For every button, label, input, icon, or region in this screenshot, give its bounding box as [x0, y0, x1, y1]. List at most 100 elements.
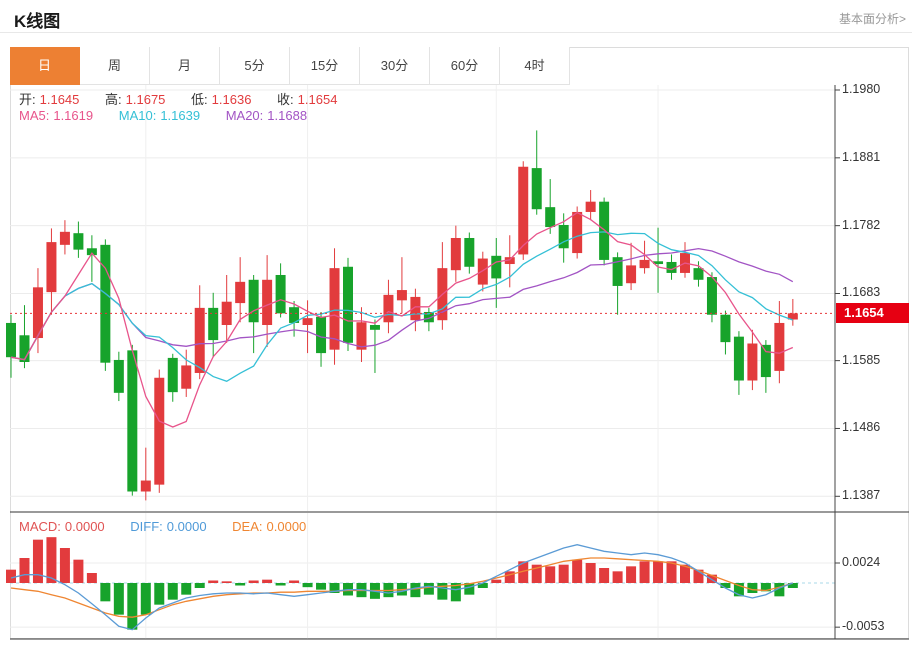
tab-month[interactable]: 月 — [150, 47, 220, 85]
tab-week[interactable]: 周 — [80, 47, 150, 85]
candle — [113, 359, 124, 393]
macd-bar — [639, 561, 650, 583]
macd-bar — [208, 580, 219, 583]
diff-label: DIFF: — [130, 519, 163, 534]
macd-bar — [6, 569, 16, 583]
close-label: 收: — [277, 92, 294, 107]
candle — [59, 231, 70, 245]
candle — [572, 211, 583, 254]
tab-30min[interactable]: 30分 — [360, 47, 430, 85]
macd-bar — [100, 583, 111, 602]
macd-bar — [181, 583, 192, 595]
candle — [518, 166, 529, 255]
macd-bar — [221, 581, 232, 583]
low-label: 低: — [191, 92, 208, 107]
candle — [693, 268, 704, 280]
macd-bar — [154, 583, 165, 605]
tab-60min[interactable]: 60分 — [430, 47, 500, 85]
macd-bar — [626, 566, 637, 583]
macd-legend: MACD: 0.0000 DIFF: 0.0000 DEA: 0.0000 — [19, 519, 310, 534]
current-price-badge: 1.1654 — [836, 303, 909, 323]
macd-bar — [666, 561, 677, 583]
candle — [343, 266, 353, 343]
macd-bar — [127, 583, 138, 630]
candle — [275, 274, 286, 314]
price-axis-label: 1.1683 — [842, 285, 881, 300]
candle — [181, 365, 192, 389]
price-axis-label: 1.1980 — [842, 82, 881, 96]
dea-label: DEA: — [232, 519, 263, 534]
candle — [491, 255, 502, 279]
diff-value: 0.0000 — [166, 519, 207, 534]
tab-5min[interactable]: 5分 — [220, 47, 290, 85]
tab-15min[interactable]: 15分 — [290, 47, 360, 85]
dea-value: 0.0000 — [266, 519, 307, 534]
macd-bar — [86, 573, 97, 583]
macd-bar — [194, 583, 205, 588]
ma5-label: MA5: — [19, 108, 50, 123]
price-axis-label: 1.1387 — [842, 488, 881, 503]
macd-bar — [545, 566, 556, 583]
macd-label: MACD: — [19, 519, 61, 534]
candle — [531, 168, 542, 210]
candle — [626, 265, 637, 284]
macd-bar — [19, 558, 30, 583]
candle — [464, 237, 475, 267]
candle — [329, 268, 340, 350]
candle — [383, 294, 394, 323]
macd-bar — [410, 583, 421, 598]
macd-bar — [504, 571, 515, 583]
candle — [706, 277, 717, 315]
macd-axis-label: -0.0053 — [842, 619, 885, 634]
high-label: 高: — [105, 92, 122, 107]
price-axis-label: 1.1881 — [842, 149, 881, 164]
candle — [6, 322, 16, 358]
tab-day[interactable]: 日 — [10, 47, 80, 85]
macd-bar — [275, 583, 286, 586]
open-value: 1.1645 — [39, 92, 80, 107]
candle — [235, 281, 246, 304]
candle — [262, 279, 273, 326]
ma5-value: 1.1619 — [53, 108, 94, 123]
macd-bar — [585, 563, 596, 583]
macd-bar — [491, 579, 502, 583]
candle — [100, 244, 111, 363]
macd-bar — [289, 580, 300, 583]
macd-bar — [558, 564, 569, 583]
candle — [73, 233, 84, 250]
price-axis-label: 1.1585 — [842, 352, 881, 367]
candle — [127, 350, 138, 492]
candle — [760, 344, 771, 378]
tab-4hour[interactable]: 4时 — [500, 47, 570, 85]
macd-bar — [235, 583, 246, 586]
candle — [154, 377, 165, 485]
interval-tabs: 日 周 月 5分 15分 30分 60分 4时 — [10, 47, 570, 85]
macd-bar — [59, 548, 70, 583]
candle — [302, 318, 313, 326]
macd-bar — [140, 583, 151, 615]
candle — [477, 258, 488, 285]
ohlc-legend: 开: 1.1645 高: 1.1675 低: 1.1636 收: 1.1654 — [19, 89, 341, 108]
macd-bar — [599, 568, 610, 583]
ma-legend: MA5: 1.1619 MA10: 1.1639 MA20: 1.1688 — [19, 108, 311, 123]
macd-bar — [653, 561, 664, 583]
ma20-value: 1.1688 — [267, 108, 308, 123]
macd-value: 0.0000 — [64, 519, 105, 534]
macd-bar — [167, 583, 178, 600]
kline-page: K线图 基本面分析> 日 周 月 5分 15分 30分 60分 4时 开: 1.1… — [0, 0, 912, 646]
candle — [248, 279, 259, 323]
price-axis-label: 1.1486 — [842, 420, 881, 435]
macd-bar — [248, 580, 259, 583]
candle — [585, 201, 596, 212]
macd-bar — [113, 583, 124, 615]
candle — [19, 335, 30, 363]
candle — [774, 322, 785, 371]
price-axis-label: 1.1782 — [842, 217, 881, 232]
candle — [140, 480, 151, 492]
candle — [720, 314, 731, 343]
low-value: 1.1636 — [211, 92, 252, 107]
candle — [639, 259, 650, 269]
candle — [558, 224, 569, 249]
close-value: 1.1654 — [297, 92, 338, 107]
macd-bar — [302, 583, 313, 588]
